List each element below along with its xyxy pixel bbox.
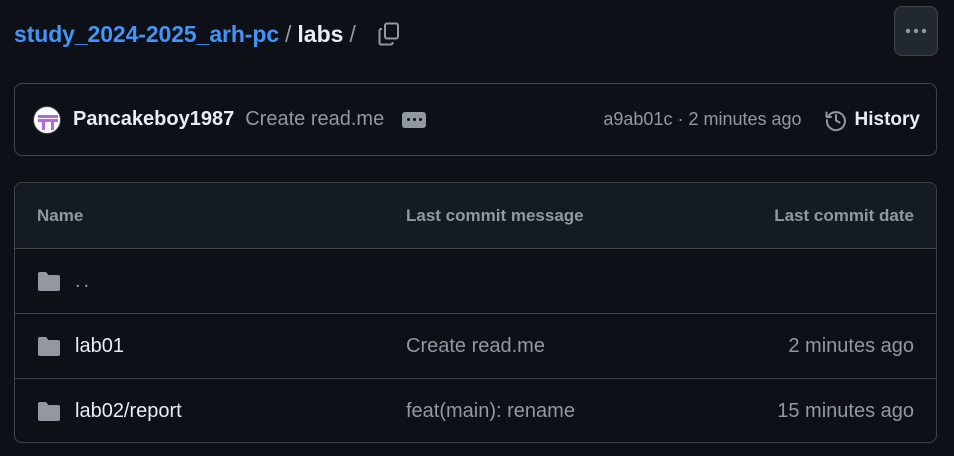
copy-path-button[interactable] (374, 19, 404, 49)
breadcrumb: study_2024-2025_arh-pc / labs / (14, 6, 938, 56)
history-button[interactable]: History (824, 108, 920, 132)
commit-meta-separator: · (677, 109, 684, 129)
parent-directory-link[interactable]: .. (75, 270, 92, 293)
commit-author-link[interactable]: Pancakeboy1987 (73, 108, 234, 131)
latest-commit-bar: Pancakeboy1987 Create read.me a9ab01c · … (14, 83, 937, 156)
history-icon (825, 110, 846, 131)
ellipsis-dot (418, 118, 422, 121)
folder-icon (38, 337, 60, 356)
copy-icon (378, 22, 399, 46)
folder-link[interactable]: lab02/report (75, 400, 182, 423)
parent-directory-cell: .. (37, 270, 92, 293)
column-header-message: Last commit message (406, 205, 584, 225)
file-table: Name Last commit message Last commit dat… (14, 182, 937, 443)
breadcrumb-separator: / (285, 20, 292, 47)
row-commit-date: 15 minutes ago (777, 399, 914, 422)
avatar-identicon (38, 114, 58, 130)
ellipsis-dot (412, 118, 416, 121)
more-options-button[interactable] (894, 6, 938, 56)
breadcrumb-repo-link[interactable]: study_2024-2025_arh-pc (14, 21, 279, 48)
column-header-name: Name (37, 205, 84, 225)
commit-hash-link[interactable]: a9ab01c (603, 109, 672, 130)
table-row[interactable]: lab02/report feat(main): rename 15 minut… (15, 378, 936, 442)
folder-icon (38, 272, 60, 291)
commit-message-link[interactable]: Create read.me (245, 108, 384, 131)
row-commit-message-link[interactable]: feat(main): rename (406, 400, 575, 423)
folder-link[interactable]: lab01 (75, 335, 124, 358)
breadcrumb-trailing-separator: / (349, 20, 356, 47)
breadcrumb-current-folder: labs (297, 20, 344, 47)
table-header: Name Last commit message Last commit dat… (15, 183, 936, 248)
file-browser-page: study_2024-2025_arh-pc / labs / Pancakeb… (0, 0, 954, 456)
folder-icon (38, 402, 60, 421)
file-name-cell: lab02/report (37, 400, 182, 423)
history-label: History (854, 108, 920, 130)
column-header-date: Last commit date (774, 205, 914, 225)
commit-time: 2 minutes ago (688, 109, 802, 129)
row-commit-date: 2 minutes ago (788, 334, 914, 357)
file-name-cell: lab01 (37, 335, 124, 358)
parent-directory-row[interactable]: .. (15, 248, 936, 313)
ellipsis-dot (406, 118, 410, 121)
row-commit-message-link[interactable]: Create read.me (406, 335, 545, 358)
table-row[interactable]: lab01 Create read.me 2 minutes ago (15, 313, 936, 378)
expand-commit-message-button[interactable] (402, 111, 427, 128)
commit-meta: a9ab01c · 2 minutes ago History (603, 108, 920, 132)
kebab-horizontal-icon (905, 28, 927, 34)
avatar[interactable] (33, 105, 61, 134)
